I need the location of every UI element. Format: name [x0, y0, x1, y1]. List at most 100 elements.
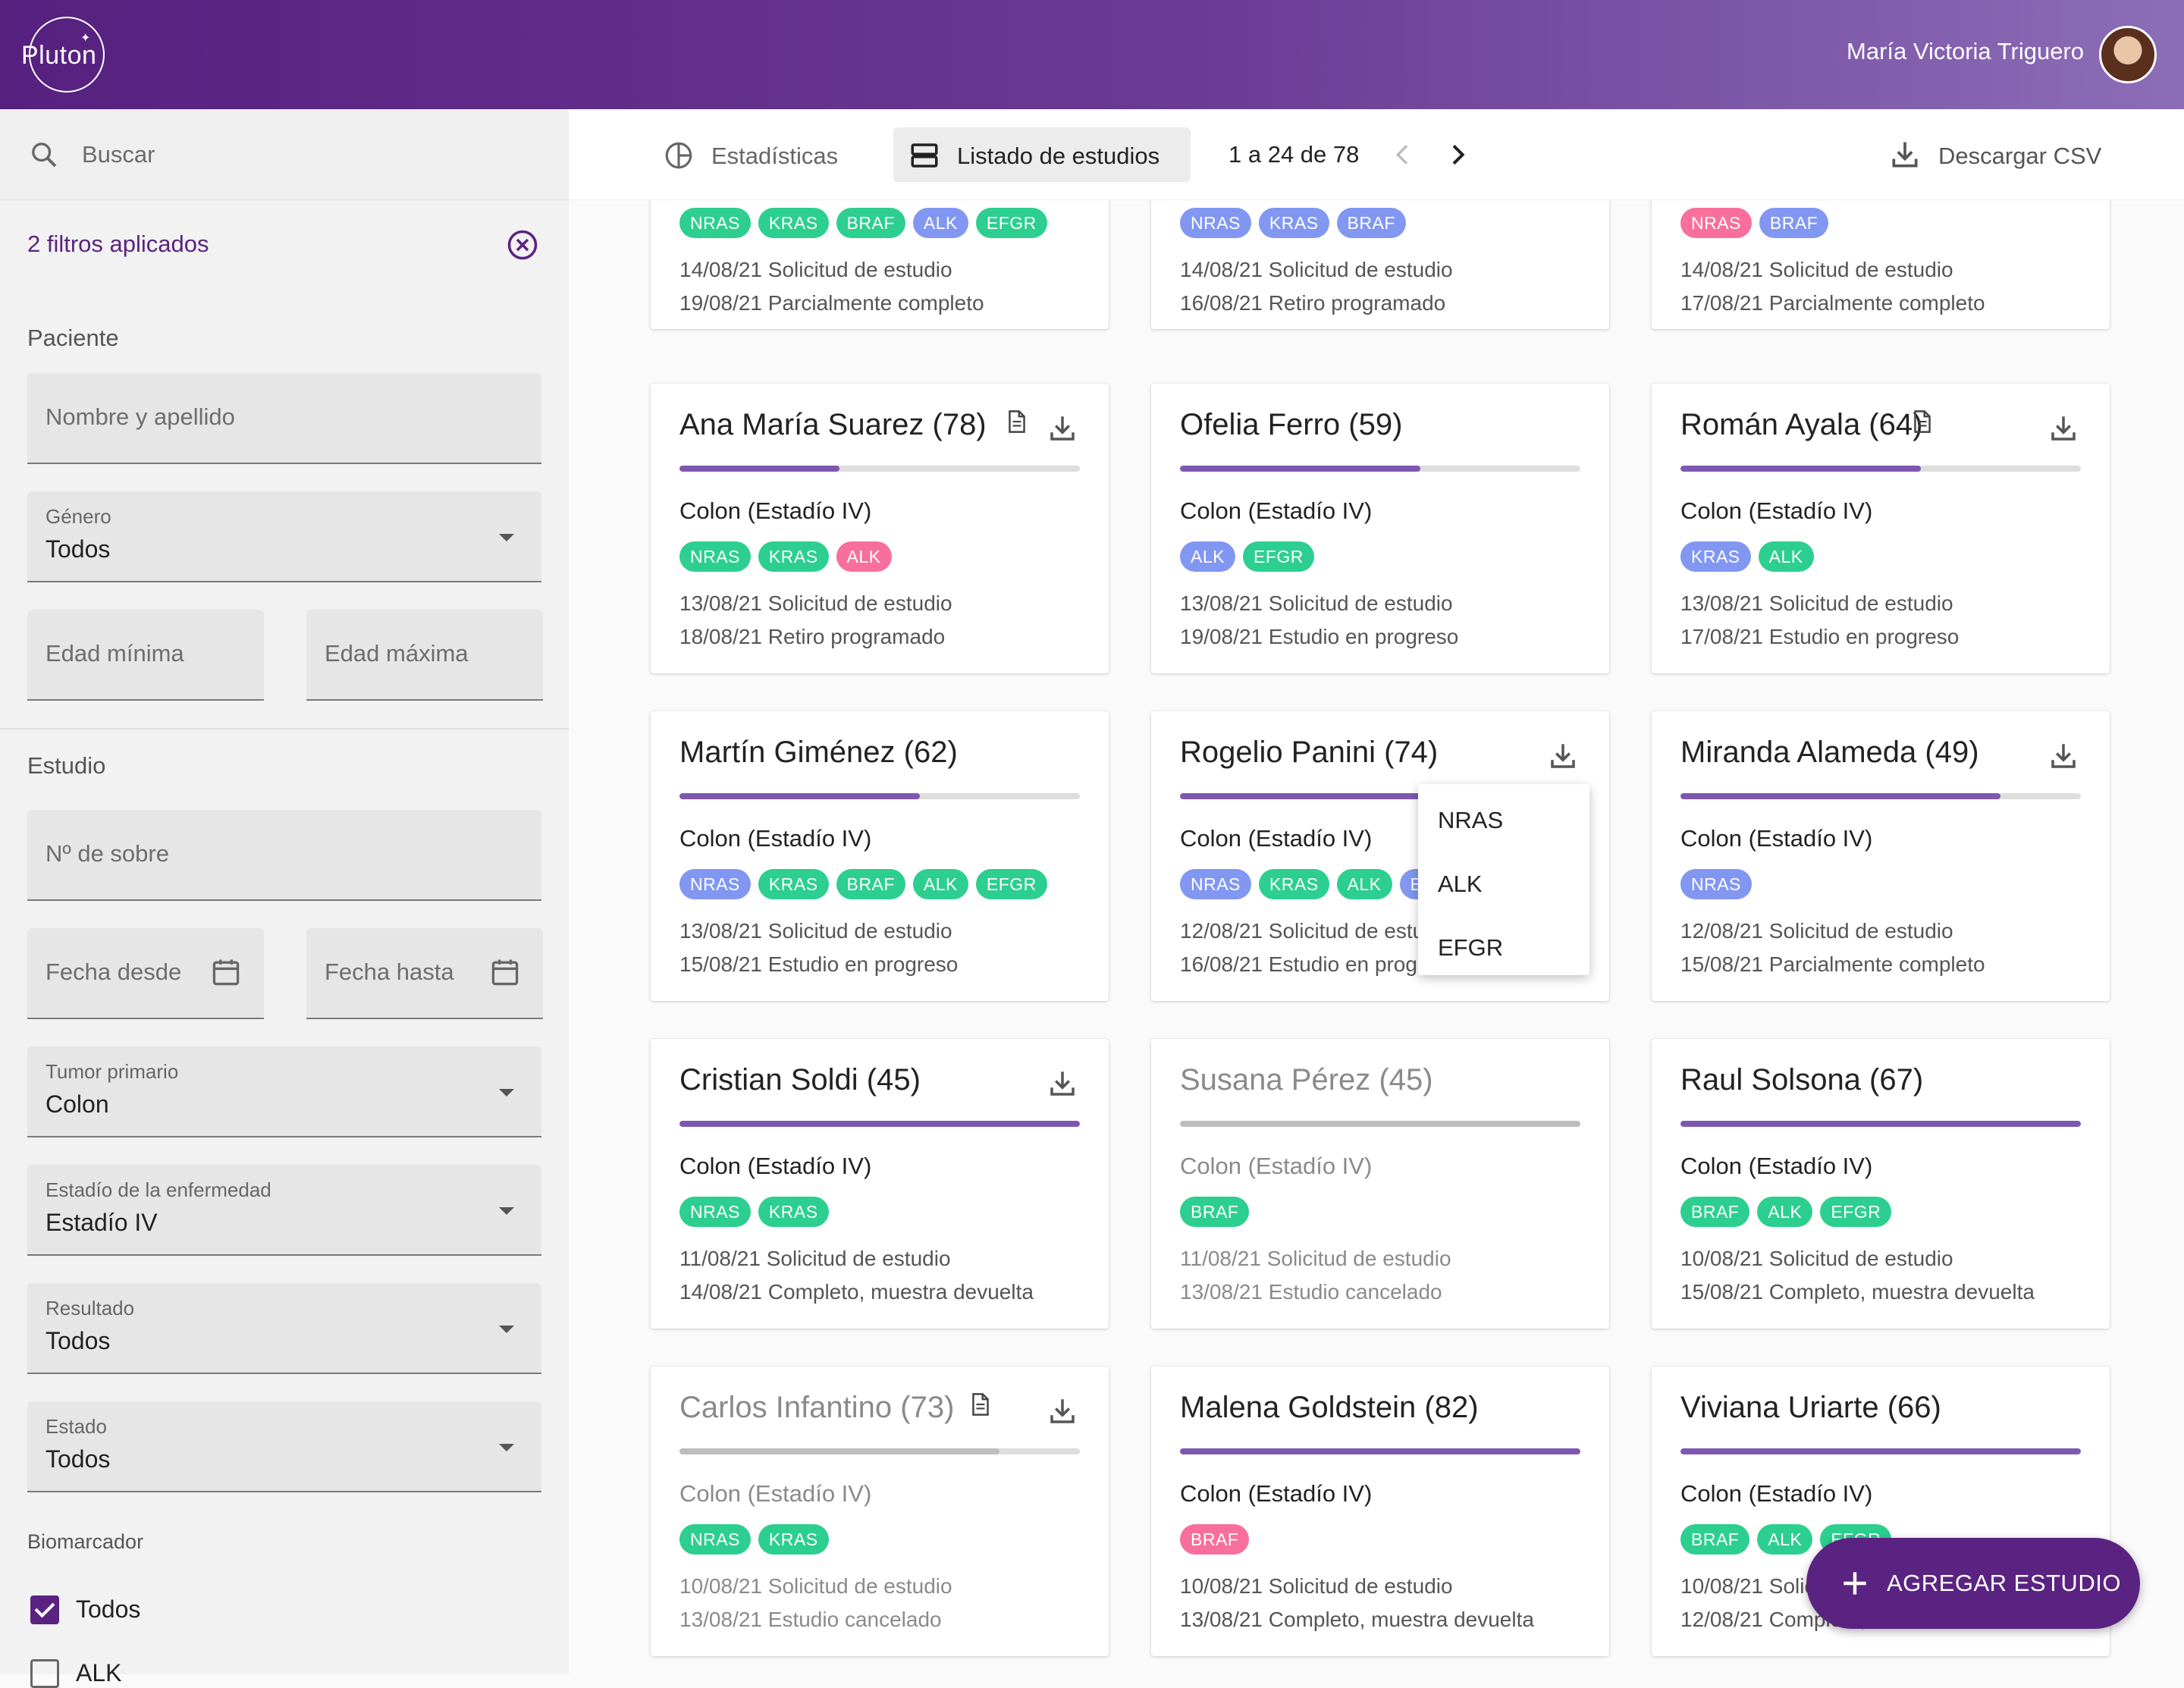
chevron-right-icon[interactable]: [1442, 138, 1473, 171]
study-card[interactable]: NRAS BRAF 14/08/21 Solicitud de estudio 17/…: [1652, 200, 2110, 329]
biomarker-option-label[interactable]: ALK: [76, 1659, 121, 1687]
study-card[interactable]: NRAS KRAS BRAF ALK EFGR 14/08/21 Solicitud de…: [651, 200, 1109, 329]
biomarker-tags: BRAFALKEFGR: [1680, 1197, 1892, 1228]
menu-item-nras[interactable]: NRAS: [1438, 807, 1503, 834]
biomarker-tag: NRAS: [1180, 208, 1251, 238]
biomarker-tags: BRAF: [1180, 1524, 1250, 1556]
menu-item-alk[interactable]: ALK: [1438, 871, 1483, 898]
content-toolbar: Estadísticas Listado de estudios 1 a 24 …: [569, 109, 2184, 200]
user-name[interactable]: María Victoria Triguero: [1847, 38, 2084, 65]
search-bar[interactable]: Buscar: [0, 109, 569, 200]
download-icon: [1892, 142, 1918, 168]
pluton-logo[interactable]: ✦ Pluton: [21, 17, 112, 93]
study-card[interactable]: Ofelia Ferro (59) Colon (Estadío IV) ALK EF…: [1151, 384, 1609, 673]
study-card[interactable]: Martín Giménez (62) Colon (Estadío IV) NRA…: [651, 711, 1109, 1001]
download-icon[interactable]: [2048, 413, 2079, 444]
study-card[interactable]: Ana María Suarez (78) Colon (Estadío IV) N…: [651, 384, 1109, 673]
study-card[interactable]: Raul Solsona (67) Colon (Estadío IV) BRAF A…: [1652, 1039, 2110, 1329]
request-date: 12/08/21 Solicitud de estudio: [1680, 919, 1953, 943]
age-max-placeholder: Edad máxima: [325, 640, 469, 667]
diagnosis: Colon (Estadío IV): [1180, 825, 1373, 852]
date-to-field[interactable]: Fecha hasta: [306, 928, 543, 1019]
biomarker-checkbox-alk[interactable]: [30, 1659, 59, 1688]
document-icon[interactable]: [1006, 408, 1028, 435]
primary-tumor-select[interactable]: Tumor primario Colon: [27, 1046, 541, 1137]
biomarker-tag: KRAS: [758, 541, 829, 572]
gender-select[interactable]: Género Todos: [27, 491, 541, 582]
user-avatar[interactable]: [2099, 26, 2157, 83]
state-select[interactable]: Estado Todos: [27, 1401, 541, 1492]
progress-fill: [1680, 1121, 2081, 1127]
menu-item-efgr[interactable]: EFGR: [1438, 934, 1503, 962]
download-icon[interactable]: [1046, 1068, 1078, 1100]
biomarker-tags: KRAS ALK: [1680, 541, 1814, 573]
biomarker-tag: ALK: [912, 208, 968, 238]
study-card[interactable]: NRAS KRAS BRAF 14/08/21 Solicitud de estudi…: [1151, 200, 1609, 329]
document-icon[interactable]: [1911, 408, 1934, 435]
biomarker-tag: EFGR: [1820, 1197, 1892, 1227]
search-input[interactable]: Buscar: [82, 141, 155, 168]
date-from-placeholder: Fecha desde: [46, 959, 182, 985]
progress-bar: [1180, 466, 1580, 472]
biomarker-option-label[interactable]: Todos: [76, 1595, 140, 1624]
biomarker-tag: ALK: [1757, 1524, 1813, 1555]
age-min-field[interactable]: Edad mínima: [27, 610, 264, 701]
biomarker-tag: EFGR: [975, 208, 1047, 238]
progress-bar: [1680, 793, 2081, 799]
biomarker-checkbox-todos[interactable]: [30, 1595, 59, 1624]
patient-name: Rogelio Panini (74): [1180, 736, 1439, 769]
tab-study-list[interactable]: Listado de estudios: [893, 127, 1191, 182]
study-card[interactable]: Román Ayala (64) Colon (Estadío IV) KRAS AL…: [1652, 384, 2110, 673]
date-from-field[interactable]: Fecha desde: [27, 928, 264, 1019]
patient-name: Malena Goldstein (82): [1180, 1391, 1479, 1424]
disease-stage-select[interactable]: Estadío de la enfermedad Estadío IV: [27, 1165, 541, 1256]
request-date: 11/08/21 Solicitud de estudio: [1180, 1247, 1451, 1270]
diagnosis: Colon (Estadío IV): [1180, 1153, 1373, 1179]
study-card[interactable]: Malena Goldstein (82) Colon (Estadío IV) B…: [1151, 1366, 1609, 1656]
biomarker-tag: ALK: [912, 869, 968, 899]
calendar-icon[interactable]: [488, 955, 522, 989]
date-to-placeholder: Fecha hasta: [325, 959, 454, 985]
envelope-number-field[interactable]: Nº de sobre: [27, 810, 541, 901]
result-select[interactable]: Resultado Todos: [27, 1283, 541, 1374]
chevron-down-icon: [499, 1326, 514, 1333]
document-icon[interactable]: [969, 1391, 992, 1418]
calendar-icon[interactable]: [209, 955, 243, 989]
status-line: 15/08/21 Parcialmente completo: [1680, 952, 1985, 976]
diagnosis: Colon (Estadío IV): [1680, 497, 1873, 524]
chevron-down-icon: [499, 1207, 514, 1215]
diagnosis: Colon (Estadío IV): [679, 825, 872, 852]
download-csv-label: Descargar CSV: [1938, 143, 2102, 169]
biomarker-tags: NRAS BRAF: [1680, 208, 1829, 240]
biomarker-tag: NRAS: [679, 1524, 751, 1555]
download-icon[interactable]: [2048, 740, 2079, 772]
biomarker-tag: BRAF: [836, 869, 905, 899]
biomarker-tags: NRAS KRAS BRAF ALK EFGR: [679, 869, 1047, 901]
download-icon[interactable]: [1046, 1395, 1078, 1427]
study-card[interactable]: Cristian Soldi (45) Colon (Estadío IV) NRA…: [651, 1039, 1109, 1329]
request-date: 10/08/21 Solicitud de estudio: [679, 1574, 952, 1598]
biomarker-tags: NRAS KRAS BRAF ALK EFGR: [679, 208, 1047, 240]
age-min-placeholder: Edad mínima: [46, 640, 184, 667]
status-line: 17/08/21 Estudio en progreso: [1680, 625, 1960, 648]
biomarker-tag: NRAS: [679, 1197, 751, 1227]
tab-statistics[interactable]: Estadísticas: [648, 127, 875, 182]
study-card[interactable]: Susana Pérez (45) Colon (Estadío IV) BRAF 1…: [1151, 1039, 1609, 1329]
request-date: 13/08/21 Solicitud de estudio: [679, 919, 952, 943]
request-date: 11/08/21 Solicitud de estudio: [679, 1247, 951, 1270]
clear-filters-icon[interactable]: [507, 229, 538, 261]
download-csv-button[interactable]: Descargar CSV: [1888, 127, 2116, 182]
study-card[interactable]: Miranda Alameda (49) Colon (Estadío IV) NR…: [1652, 711, 2110, 1001]
status-line: 15/08/21 Estudio en progreso: [679, 952, 959, 976]
progress-fill: [1180, 793, 1420, 799]
biomarker-tags: NRAS KRAS: [679, 1524, 829, 1556]
download-icon[interactable]: [1046, 413, 1078, 444]
request-date: 13/08/21 Solicitud de estudio: [679, 591, 952, 615]
age-max-field[interactable]: Edad máxima: [306, 610, 543, 701]
filter-sidebar: Buscar 2 filtros aplicados Paciente Nomb…: [0, 109, 569, 1688]
download-icon[interactable]: [1547, 740, 1579, 772]
study-card[interactable]: Carlos Infantino (73) Colon (Estadío IV) N…: [651, 1366, 1109, 1656]
add-study-button[interactable]: AGREGAR ESTUDIO: [1806, 1538, 2140, 1629]
name-field[interactable]: Nombre y apellido: [27, 373, 541, 464]
chevron-left-icon[interactable]: [1388, 138, 1418, 171]
